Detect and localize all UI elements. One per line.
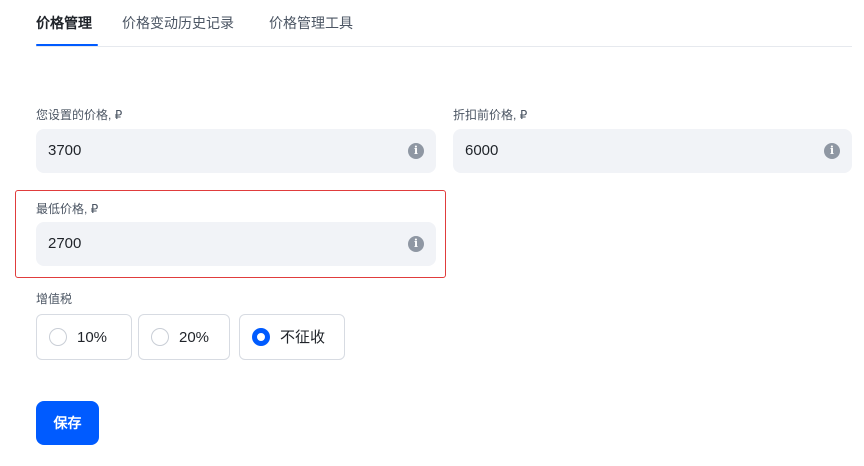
tab-price-management[interactable]: 价格管理 — [36, 14, 92, 32]
tab-bar: 价格管理 价格变动历史记录 价格管理工具 — [36, 0, 852, 47]
vat-option-label: 20% — [179, 329, 210, 346]
vat-option-10[interactable]: 10% — [36, 314, 132, 360]
vat-option-20[interactable]: 20% — [138, 314, 230, 360]
info-icon[interactable]: i — [824, 143, 840, 159]
your-price-value: 3700 — [48, 142, 82, 159]
tab-price-tools[interactable]: 价格管理工具 — [269, 14, 353, 32]
save-button[interactable]: 保存 — [36, 401, 99, 445]
vat-option-label: 不征收 — [280, 329, 326, 346]
radio-unchecked-icon — [151, 328, 169, 346]
radio-checked-icon — [252, 328, 270, 346]
min-price-input[interactable]: 2700 i — [36, 222, 436, 266]
price-before-discount-label: 折扣前价格, ₽ — [453, 108, 528, 122]
your-price-label: 您设置的价格, ₽ — [36, 108, 123, 122]
vat-option-none[interactable]: 不征收 — [239, 314, 345, 360]
tab-price-history[interactable]: 价格变动历史记录 — [122, 14, 234, 32]
your-price-input[interactable]: 3700 i — [36, 129, 436, 173]
radio-unchecked-icon — [49, 328, 67, 346]
info-icon[interactable]: i — [408, 143, 424, 159]
price-before-discount-input[interactable]: 6000 i — [453, 129, 852, 173]
min-price-value: 2700 — [48, 235, 82, 252]
price-before-discount-value: 6000 — [465, 142, 499, 159]
min-price-label: 最低价格, ₽ — [36, 202, 99, 216]
vat-option-label: 10% — [77, 329, 108, 346]
vat-label: 增值税 — [36, 292, 73, 306]
active-tab-indicator — [36, 44, 98, 46]
info-icon[interactable]: i — [408, 236, 424, 252]
price-management-page: 价格管理 价格变动历史记录 价格管理工具 您设置的价格, ₽ 3700 i 折扣… — [0, 0, 864, 466]
